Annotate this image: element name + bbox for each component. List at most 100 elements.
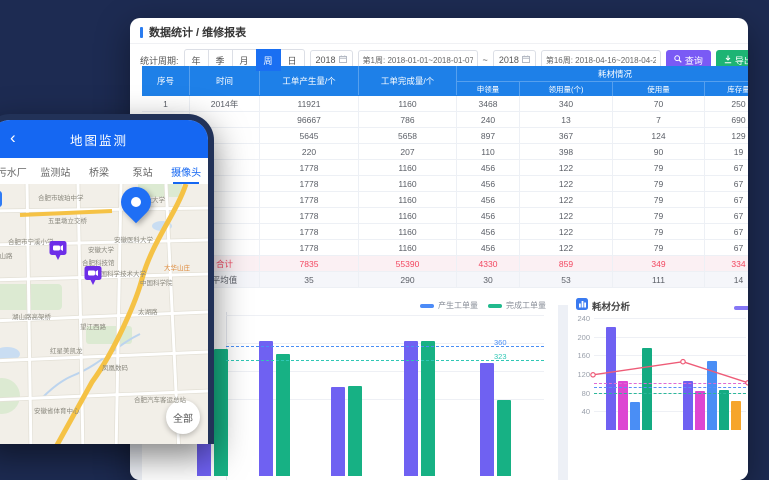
bar-产生工单量-group3[interactable] <box>331 387 345 476</box>
tab-摄像头[interactable]: 摄像头 <box>164 158 208 184</box>
table-cell: 1160 <box>359 176 457 192</box>
bar-产生工单量-group2[interactable] <box>259 341 273 476</box>
table-cell: 67 <box>705 192 748 208</box>
table-cell: 110 <box>457 144 520 160</box>
table-cell: 122 <box>520 192 613 208</box>
map-label: 望江西路 <box>80 321 106 331</box>
export-excel-label: 导出Excel <box>735 54 748 67</box>
camera-marker-icon[interactable] <box>84 265 102 287</box>
download-icon <box>724 55 732 66</box>
table-cell: 456 <box>457 160 520 176</box>
table-cell: 456 <box>457 208 520 224</box>
table-cell: 398 <box>520 144 613 160</box>
table-cell: 67 <box>705 240 748 256</box>
column-group-consumables: 耗材情况申领量领用量(个)使用量库存量 <box>457 66 748 96</box>
table-cell: 30 <box>457 272 520 288</box>
table-cell: 122 <box>520 176 613 192</box>
total-row: 合计7835553904330859349334 <box>142 256 748 272</box>
report-table: 序号时间工单产生量/个工单完成量/个耗材情况申领量领用量(个)使用量库存量 12… <box>142 66 748 288</box>
sub-column-header: 使用量 <box>613 82 705 96</box>
table-cell: 122 <box>520 240 613 256</box>
period-option-周[interactable]: 周 <box>256 49 281 71</box>
table-cell: 67 <box>705 176 748 192</box>
bar-产生工单量-group4[interactable] <box>404 341 418 476</box>
reference-label-323: 323 <box>494 352 507 361</box>
breadcrumb-accent-bar <box>140 27 143 38</box>
reference-label-360: 360 <box>494 338 507 347</box>
table-cell: 111 <box>613 272 705 288</box>
table-row: 96667786240137690 <box>142 112 748 128</box>
table-cell: 1160 <box>359 160 457 176</box>
back-chevron-icon[interactable]: ‹ <box>10 128 16 148</box>
tab-监测站[interactable]: 监测站 <box>34 158 78 184</box>
map-label: 合肥汽车客运总站 <box>134 394 186 404</box>
end-year-value: 2018 <box>499 55 519 65</box>
table-cell: 55390 <box>359 256 457 272</box>
phone-screen: ‹ 地图监测 污水厂监测站桥梁泵站摄像头 <box>0 120 208 444</box>
bar-完成工单量-group4[interactable] <box>421 341 435 476</box>
camera-marker-icon[interactable] <box>49 240 67 262</box>
table-cell: 3468 <box>457 96 520 112</box>
table-cell: 1160 <box>359 208 457 224</box>
table-cell: 79 <box>613 208 705 224</box>
tab-桥梁[interactable]: 桥梁 <box>77 158 121 184</box>
header-divider <box>130 43 748 44</box>
calendar-icon <box>522 55 530 65</box>
table-cell: 290 <box>359 272 457 288</box>
table-cell: 456 <box>457 192 520 208</box>
bar-完成工单量-group2[interactable] <box>276 354 290 476</box>
table-cell: 122 <box>520 160 613 176</box>
table-cell: 1160 <box>359 192 457 208</box>
tab-污水厂[interactable]: 污水厂 <box>0 158 34 184</box>
table-cell: 90 <box>613 144 705 160</box>
phone-device: ‹ 地图监测 污水厂监测站桥梁泵站摄像头 <box>0 114 214 444</box>
table-row: 177811604561227967 <box>142 208 748 224</box>
table-row: 12014年119211160346834070250 <box>142 96 748 112</box>
legend-label: 完成工单量 <box>506 300 546 311</box>
map-label: 安徽省体育中心 <box>34 405 80 415</box>
map-label: 大华山庄 <box>164 262 190 272</box>
table-cell: 124 <box>613 128 705 144</box>
pin-center-dot <box>131 197 141 207</box>
table-cell: 207 <box>359 144 457 160</box>
map-panel-expander[interactable]: › <box>0 191 2 207</box>
table-cell: 786 <box>359 112 457 128</box>
phone-tab-bar: 污水厂监测站桥梁泵站摄像头 <box>0 158 208 185</box>
table-cell: 859 <box>520 256 613 272</box>
table-row: 177811604561227967 <box>142 176 748 192</box>
show-all-button[interactable]: 全部 <box>166 400 200 434</box>
table-cell: 1778 <box>260 208 359 224</box>
table-row: 2202071103989019 <box>142 144 748 160</box>
table-cell: 1160 <box>359 240 457 256</box>
period-label: 统计周期: <box>140 54 179 67</box>
table-cell: 67 <box>705 160 748 176</box>
phone-header: ‹ 地图监测 <box>0 120 208 158</box>
table-row: 177811604561227967 <box>142 192 748 208</box>
average-row: 平均值35290305311114 <box>142 272 748 288</box>
bar-完成工单量-group3[interactable] <box>348 386 362 476</box>
map-label: 红星美凯龙 <box>50 345 83 355</box>
table-cell: 349 <box>613 256 705 272</box>
sub-column-header: 领用量(个) <box>520 82 613 96</box>
map-view[interactable]: › 全部 合肥市琥珀中学安徽农业大学五里墩立交桥合肥市宁溪小学黄山路安徽医科大学… <box>0 184 208 444</box>
column-header: 时间 <box>190 66 260 95</box>
table-row: 177811604561227967 <box>142 240 748 256</box>
sub-column-header: 申领量 <box>457 82 520 96</box>
table-cell: 70 <box>613 96 705 112</box>
search-icon <box>674 55 682 65</box>
bar-完成工单量-group5[interactable] <box>497 400 511 476</box>
table-cell: 1778 <box>260 176 359 192</box>
range-separator: ~ <box>483 55 488 65</box>
map-label: 凤凰数码 <box>102 362 128 372</box>
sub-header-row: 申领量领用量(个)使用量库存量 <box>457 82 748 96</box>
chart-legend: 产生工单量 完成工单量 <box>420 300 546 311</box>
bar-完成工单量-group1[interactable] <box>214 349 228 476</box>
table-cell: 250 <box>705 96 748 112</box>
table-cell: 122 <box>520 224 613 240</box>
tab-泵站[interactable]: 泵站 <box>121 158 165 184</box>
map-label: 黄山路 <box>0 250 13 260</box>
legend-item-generated[interactable]: 产生工单量 <box>420 300 478 311</box>
legend-item-completed[interactable]: 完成工单量 <box>488 300 546 311</box>
table-cell: 456 <box>457 224 520 240</box>
legend-swatch <box>488 304 502 308</box>
